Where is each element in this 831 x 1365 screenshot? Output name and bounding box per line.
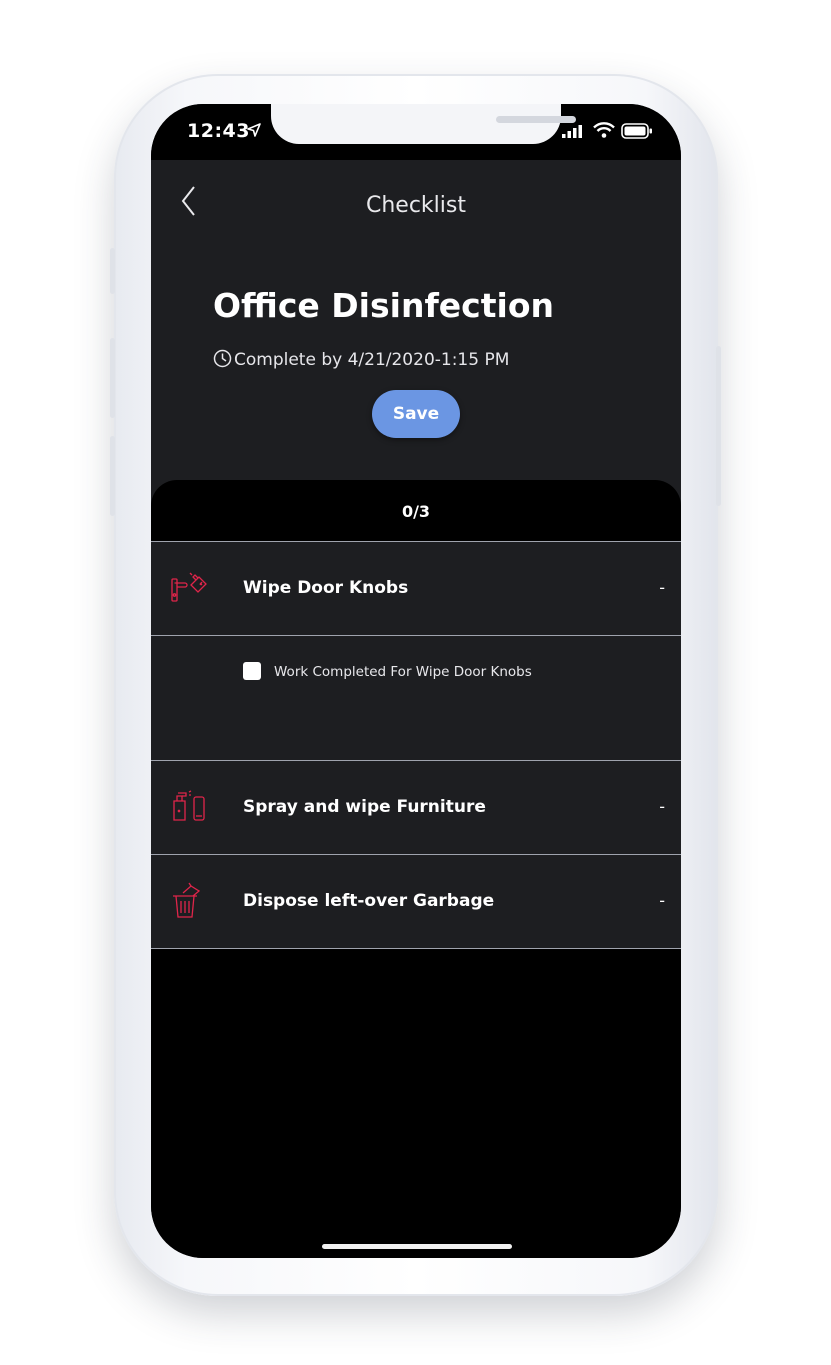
checklist-item-dispose-garbage[interactable]: Dispose left-over Garbage - (151, 854, 681, 948)
location-arrow-icon (247, 123, 261, 137)
home-indicator[interactable] (322, 1244, 512, 1249)
status-time: 12:43 (187, 120, 250, 142)
nav-title: Checklist (366, 193, 466, 218)
phone-mute-switch (110, 248, 115, 294)
collapse-toggle[interactable]: - (659, 891, 665, 910)
save-button[interactable]: Save (372, 390, 460, 438)
wifi-icon (593, 122, 615, 138)
progress-counter: 0/3 (401, 502, 431, 521)
checklist-item-wipe-door-knobs[interactable]: Wipe Door Knobs - (151, 541, 681, 635)
due-date-text: Complete by 4/21/2020-1:15 PM (234, 350, 510, 370)
app-screen: 12:43 Checklist Office Disinfection Comp… (151, 104, 681, 1258)
checklist-item-label: Spray and wipe Furniture (243, 797, 486, 817)
collapse-toggle[interactable]: - (659, 578, 665, 597)
checklist-item-label: Wipe Door Knobs (243, 578, 409, 598)
trash-can-icon (173, 882, 201, 918)
battery-icon (621, 123, 652, 139)
list-divider (151, 948, 681, 949)
subtask-panel: Work Completed For Wipe Door Knobs (151, 635, 681, 760)
checklist-item-spray-furniture[interactable]: Spray and wipe Furniture - (151, 760, 681, 854)
phone-volume-down-button (110, 436, 115, 516)
door-knob-spray-icon (171, 572, 207, 602)
collapse-toggle[interactable]: - (659, 797, 665, 816)
spray-furniture-icon (173, 790, 205, 821)
phone-power-button (716, 346, 721, 506)
checklist-panel: 0/3 Wipe Door Knobs - Work Completed For… (151, 480, 681, 1258)
subtask-label: Work Completed For Wipe Door Knobs (274, 664, 532, 680)
page-title: Office Disinfection (213, 286, 554, 325)
phone-notch (271, 104, 576, 144)
checklist-item-label: Dispose left-over Garbage (243, 891, 495, 911)
clock-icon (213, 349, 232, 368)
cellular-signal-icon (562, 125, 582, 138)
subtask-checkbox[interactable] (243, 662, 261, 680)
phone-speaker (496, 116, 576, 123)
phone-volume-up-button (110, 338, 115, 418)
